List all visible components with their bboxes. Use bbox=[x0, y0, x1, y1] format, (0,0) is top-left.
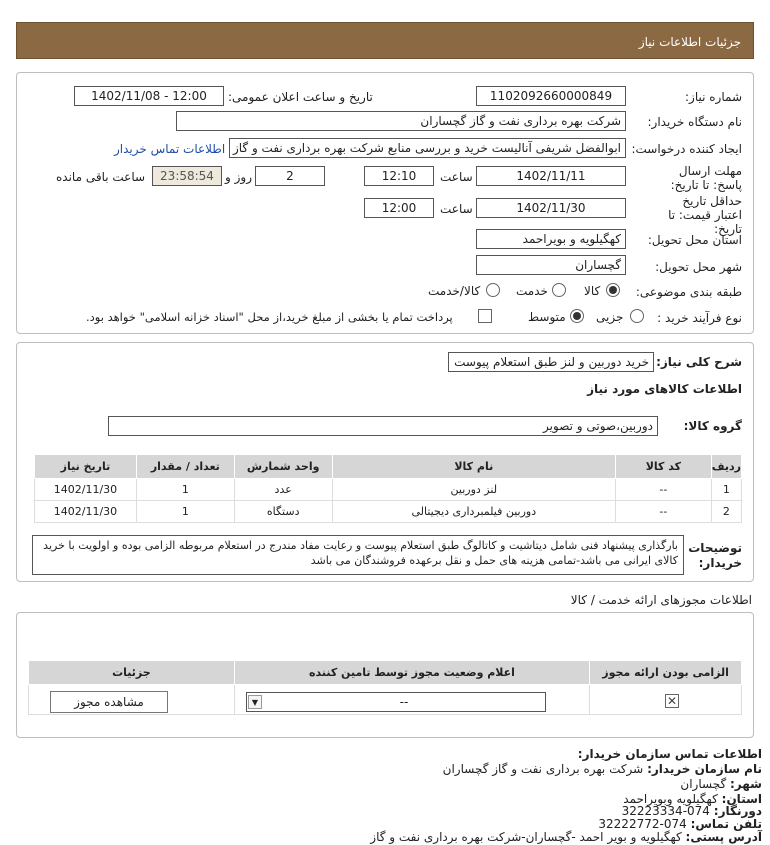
process-radio-minor[interactable] bbox=[630, 309, 644, 323]
validity-time-field[interactable]: 12:00 bbox=[364, 198, 434, 218]
remaining-time-field: 23:58:54 bbox=[152, 166, 222, 186]
permit-required-checkbox-x-icon: ✕ bbox=[665, 694, 679, 708]
table-row: 2 -- دوربین فیلمبرداری دیجیتالی دستگاه 1… bbox=[34, 500, 743, 523]
province-label: استان محل تحویل: bbox=[647, 233, 742, 247]
deadline-date-field[interactable]: 1402/11/11 bbox=[476, 166, 626, 186]
col-date: تاریخ نیاز bbox=[34, 454, 137, 479]
treasury-payment-checkbox[interactable] bbox=[478, 309, 492, 323]
table-row: 1 -- لنز دوربین عدد 1 1402/11/30 bbox=[34, 478, 743, 501]
goods-info-title: اطلاعات کالاهای مورد نیاز bbox=[587, 382, 742, 396]
cell-code: -- bbox=[614, 478, 712, 501]
contact-org-label: نام سازمان خریدار: bbox=[647, 762, 762, 776]
category-radio-goods-service[interactable] bbox=[486, 283, 500, 297]
cell-code: -- bbox=[614, 500, 712, 523]
col-code: کد کالا bbox=[614, 454, 712, 479]
process-radio-medium[interactable] bbox=[570, 309, 584, 323]
cell-unit: دستگاه bbox=[233, 500, 333, 523]
deadline-time-field[interactable]: 12:10 bbox=[364, 166, 434, 186]
buyer-description-label: توضیحات خریدار: bbox=[688, 541, 742, 571]
category-option-goods: کالا bbox=[584, 284, 601, 298]
summary-field[interactable]: خرید دوربین و لنز طبق استعلام پیوست bbox=[448, 352, 654, 372]
cell-qty: 1 bbox=[135, 478, 235, 501]
col-row: ردیف bbox=[710, 454, 743, 479]
need-number-label: شماره نیاز: bbox=[685, 90, 742, 104]
process-label: نوع فرآیند خرید : bbox=[657, 311, 742, 325]
cell-name: دوربین فیلمبرداری دیجیتالی bbox=[331, 500, 616, 523]
buyer-label: نام دستگاه خریدار: bbox=[647, 115, 743, 129]
buyer-contact-link[interactable]: اطلاعات تماس خریدار bbox=[114, 142, 225, 156]
treasury-payment-note: پرداخت تمام یا بخشی از مبلغ خرید،از محل … bbox=[86, 310, 453, 324]
category-radio-goods[interactable] bbox=[606, 283, 620, 297]
contact-city-line: شهر: گچساران bbox=[680, 777, 762, 791]
days-label: روز و bbox=[225, 170, 252, 184]
province-field[interactable]: کهگیلویه و بویراحمد bbox=[476, 229, 626, 249]
permit-status-select[interactable]: -- bbox=[246, 692, 546, 712]
contact-fax-line: دورنگار: 074-32223334 bbox=[622, 804, 762, 818]
view-permit-button[interactable]: مشاهده مجوز bbox=[50, 691, 168, 713]
cell-row: 1 bbox=[710, 478, 743, 501]
goods-group-field[interactable]: دوربین،صوتی و تصویر bbox=[108, 416, 658, 436]
category-radio-service[interactable] bbox=[552, 283, 566, 297]
contact-title: اطلاعات تماس سازمان خریدار: bbox=[577, 747, 762, 761]
validity-label: حداقل تاریخ اعتبار قیمت: تا تاریخ: bbox=[652, 194, 742, 236]
goods-table: ردیف کد کالا نام کالا واحد شمارش تعداد /… bbox=[34, 454, 743, 523]
permit-status-value: -- bbox=[399, 695, 409, 709]
contact-phone-value: 074-32222772 bbox=[598, 817, 687, 831]
contact-address-value: کهگیلویه و بویر احمد -گچساران-شرکت بهره … bbox=[370, 830, 682, 844]
col-name: نام کالا bbox=[331, 454, 616, 479]
deadline-label: مهلت ارسال پاسخ: تا تاریخ: bbox=[652, 164, 742, 192]
category-option-service: خدمت bbox=[516, 284, 548, 298]
city-label: شهر محل تحویل: bbox=[655, 260, 742, 274]
days-field[interactable]: 2 bbox=[255, 166, 325, 186]
cell-date: 1402/11/30 bbox=[34, 500, 137, 523]
contact-org-line: نام سازمان خریدار: شرکت بهره برداری نفت … bbox=[443, 762, 762, 776]
validity-time-label: ساعت bbox=[440, 202, 473, 216]
buyer-description-label-text: توضیحات خریدار: bbox=[688, 541, 742, 570]
permits-col-details: جزئیات bbox=[28, 660, 235, 685]
permits-title: اطلاعات مجوزهای ارائه خدمت / کالا bbox=[570, 593, 752, 607]
deadline-time-label: ساعت bbox=[440, 170, 473, 184]
validity-date-field[interactable]: 1402/11/30 bbox=[476, 198, 626, 218]
contact-fax-value: 074-32223334 bbox=[621, 804, 710, 818]
need-number-field[interactable]: 1102092660000849 bbox=[476, 86, 626, 106]
city-field[interactable]: گچساران bbox=[476, 255, 626, 275]
creator-label: ایجاد کننده درخواست: bbox=[631, 142, 742, 156]
deadline-label-text: مهلت ارسال پاسخ: تا تاریخ: bbox=[670, 164, 742, 192]
category-option-goods-service: کالا/خدمت bbox=[428, 284, 481, 298]
process-option-minor: جزیی bbox=[596, 310, 624, 324]
contact-address-label: آدرس پستی: bbox=[685, 830, 762, 844]
creator-field[interactable]: ابوالفضل شریفی آنالیست خرید و بررسی مناب… bbox=[229, 138, 626, 158]
contact-phone-line: تلفن تماس: 074-32222772 bbox=[598, 817, 762, 831]
cell-row: 2 bbox=[710, 500, 743, 523]
cell-date: 1402/11/30 bbox=[34, 478, 137, 501]
contact-city-label: شهر: bbox=[730, 777, 762, 791]
buyer-field[interactable]: شرکت بهره برداری نفت و گاز گچساران bbox=[176, 111, 626, 131]
contact-address-line: آدرس پستی: کهگیلویه و بویر احمد -گچساران… bbox=[370, 830, 762, 844]
col-unit: واحد شمارش bbox=[233, 454, 333, 479]
category-label: طبقه بندی موضوعی: bbox=[635, 285, 742, 299]
summary-label: شرح کلی نیاز: bbox=[656, 355, 742, 369]
page-header: جزئیات اطلاعات نیاز bbox=[16, 22, 754, 59]
select-chevron-icon[interactable]: ▼ bbox=[248, 695, 262, 709]
cell-unit: عدد bbox=[233, 478, 333, 501]
validity-label-text: حداقل تاریخ اعتبار قیمت: تا تاریخ: bbox=[668, 194, 742, 236]
buyer-description-box: بارگذاری پیشنهاد فنی شامل دیتاشیت و کاتا… bbox=[32, 535, 684, 575]
cell-name: لنز دوربین bbox=[331, 478, 616, 501]
contact-city-value: گچساران bbox=[680, 777, 727, 791]
remaining-label: ساعت باقی مانده bbox=[56, 170, 146, 184]
announce-label: تاریخ و ساعت اعلان عمومی: bbox=[228, 90, 373, 104]
process-option-medium: متوسط bbox=[528, 310, 566, 324]
page-title: جزئیات اطلاعات نیاز bbox=[638, 35, 741, 49]
contact-fax-label: دورنگار: bbox=[713, 804, 762, 818]
col-qty: تعداد / مقدار bbox=[135, 454, 235, 479]
permits-col-required: الزامی بودن ارائه مجوز bbox=[589, 660, 742, 685]
contact-phone-label: تلفن تماس: bbox=[690, 817, 762, 831]
announce-field[interactable]: 1402/11/08 - 12:00 bbox=[74, 86, 224, 106]
goods-group-label: گروه کالا: bbox=[683, 419, 742, 433]
contact-org-value: شرکت بهره برداری نفت و گاز گچساران bbox=[442, 762, 644, 776]
permits-col-status: اعلام وضعیت مجوز توسط تامین کننده bbox=[233, 660, 591, 685]
cell-qty: 1 bbox=[135, 500, 235, 523]
